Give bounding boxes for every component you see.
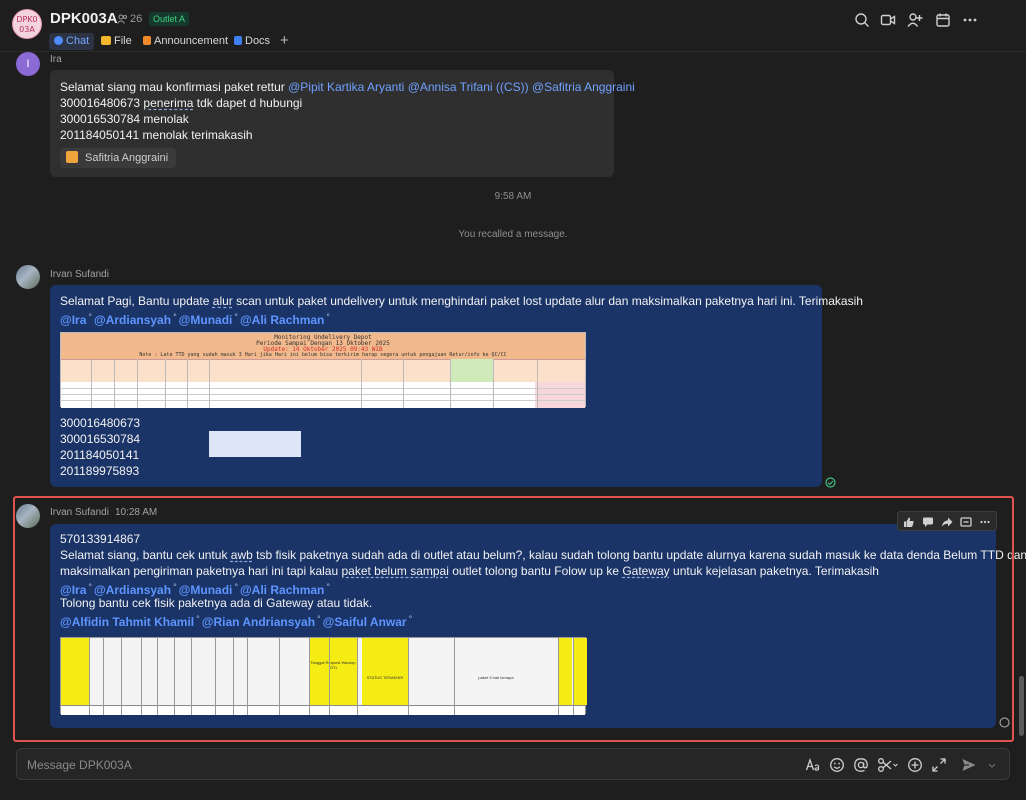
mention-link[interactable]: @Munadi <box>179 313 233 327</box>
more-icon[interactable] <box>979 516 991 528</box>
avatar[interactable] <box>16 265 40 289</box>
message-text: 300016530784 menolak <box>60 112 189 126</box>
chat-icon <box>54 36 63 45</box>
awb-number: 300016480673 <box>60 416 141 430</box>
folder-icon <box>101 36 111 45</box>
tab-file[interactable]: File <box>96 33 137 50</box>
group-avatar-line2: 03A <box>19 25 35 34</box>
thumbs-up-icon[interactable] <box>903 516 915 528</box>
chevron-down-icon[interactable] <box>987 757 997 773</box>
avatar[interactable]: I <box>16 52 40 76</box>
reaction-user: Safitria Anggraini <box>85 152 169 164</box>
awb-number: 201184050141 <box>60 448 140 462</box>
sheet-header: Monitoring Undelivery Depot Periode Samp… <box>61 333 585 359</box>
add-tab-button[interactable]: + <box>280 32 289 49</box>
forward-icon[interactable] <box>941 516 953 528</box>
message-input[interactable] <box>27 756 627 774</box>
tab-docs-label: Docs <box>245 35 271 47</box>
mention-link[interactable]: @Safitria Anggraini <box>532 80 635 94</box>
recalled-notice: You recalled a message. <box>458 229 568 240</box>
sheet-columns <box>61 359 585 382</box>
message-composer <box>16 748 1010 780</box>
emoji-icon[interactable] <box>829 757 845 773</box>
group-tag-badge: Outlet A <box>149 12 190 26</box>
mention-link[interactable]: @Ira <box>60 313 86 327</box>
mention-link[interactable]: @Ardiansyah <box>94 313 171 327</box>
group-avatar[interactable]: DPK0 03A <box>12 9 42 39</box>
message-text: Selamat Pagi, Bantu update <box>60 294 213 308</box>
awb-number: 201189975893 <box>60 464 140 478</box>
member-count-value: 26 <box>130 13 143 25</box>
expand-icon[interactable] <box>931 757 947 773</box>
sender-name[interactable]: Ira <box>50 54 62 65</box>
message-text: 201184050141 menolak terimakasih <box>60 128 253 142</box>
selected-message-highlight <box>13 496 1014 742</box>
chat-title[interactable]: DPK003A <box>50 10 118 27</box>
mention-link[interactable]: @Pipit Kartika Aryanti <box>288 80 404 94</box>
message-text: scan untuk paket undelivery untuk menghi… <box>232 294 863 308</box>
sender-name[interactable]: Irvan Sufandi <box>50 269 109 280</box>
sheet-rows <box>61 382 585 457</box>
text-format-icon[interactable] <box>805 757 821 773</box>
sheet-note: Note : Late TTD yang sudah masuk 3 Hari … <box>139 352 507 358</box>
add-icon[interactable] <box>907 757 923 773</box>
docs-icon <box>234 36 242 45</box>
calendar-icon[interactable] <box>935 12 951 28</box>
members-icon <box>117 14 127 24</box>
tab-docs[interactable]: Docs <box>229 33 275 50</box>
message-action-bar <box>897 511 997 531</box>
send-icon[interactable] <box>961 757 977 773</box>
thumbs-up-icon <box>66 151 78 163</box>
tab-chat[interactable]: Chat <box>49 33 95 50</box>
member-count[interactable]: 26 <box>117 13 142 25</box>
sheet-highlight <box>450 359 493 382</box>
add-member-icon[interactable] <box>907 12 923 28</box>
chat-header: DPK0 03A DPK003A 26 Outlet A Chat File A… <box>0 0 1026 52</box>
mention-link[interactable]: @Ali Rachman <box>240 313 324 327</box>
tab-file-label: File <box>114 35 132 47</box>
message-text: 300016480673 <box>60 96 144 110</box>
group-avatar-line1: DPK0 <box>16 15 38 24</box>
message-bubble[interactable]: Selamat siang mau konfirmasi paket rettu… <box>50 70 635 177</box>
tab-chat-label: Chat <box>66 35 90 47</box>
spreadsheet-image[interactable]: Monitoring Undelivery Depot Periode Samp… <box>60 332 586 457</box>
mention-icon[interactable] <box>853 757 869 773</box>
more-icon[interactable] <box>962 12 978 28</box>
reaction-chip[interactable]: Safitria Anggraini <box>60 148 177 168</box>
megaphone-icon <box>143 36 151 45</box>
search-icon[interactable] <box>854 12 870 28</box>
video-call-icon[interactable] <box>880 12 896 28</box>
pin-icon[interactable] <box>960 516 972 528</box>
mention-link[interactable]: @Annisa Trifani ((CS)) <box>408 80 529 94</box>
tab-announcement-label: Announcement <box>154 35 228 47</box>
time-divider: 9:58 AM <box>494 191 532 202</box>
message-text: penerima <box>143 96 194 110</box>
message-scrollbar[interactable] <box>1019 676 1024 736</box>
message-text: tdk dapet d hubungi <box>193 96 303 110</box>
message-text: alur <box>212 294 233 308</box>
message-bubble[interactable]: Selamat Pagi, Bantu update alur scan unt… <box>50 285 863 487</box>
scissors-icon[interactable] <box>877 757 899 773</box>
read-status-icon[interactable] <box>825 477 836 488</box>
tab-announcement[interactable]: Announcement <box>138 33 233 50</box>
awb-number: 300016530784 <box>60 432 141 446</box>
reply-icon[interactable] <box>922 516 934 528</box>
message-text: Selamat siang mau konfirmasi paket rettu… <box>60 80 289 94</box>
